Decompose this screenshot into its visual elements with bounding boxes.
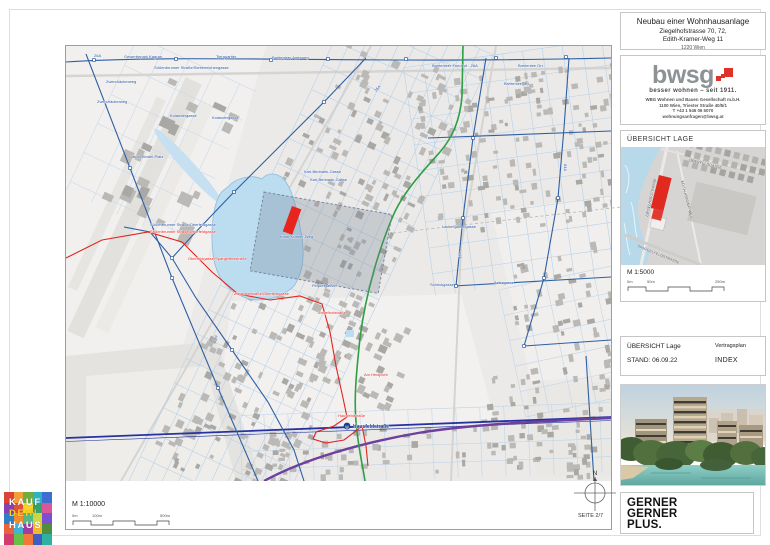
ovw-scalebar-mid: 50m	[647, 279, 655, 284]
kdh-tile	[42, 534, 52, 545]
bwsg-logo: bwsg	[652, 64, 714, 86]
main-map-scalebar: 0m 100m 500m	[72, 512, 182, 528]
architect-line-3: PLUS.	[627, 520, 753, 531]
map-label: Süßenbrunner Straße/Oberfeldgasse	[150, 222, 217, 227]
map-label: Karl-Bednarik-Gasse	[310, 177, 348, 182]
stamp-plan-type: Vertragsplan	[715, 343, 746, 349]
title-block: Neubau einer Wohnhausanlage Ziegelhofstr…	[620, 12, 766, 50]
overview-scale: M 1:5000	[621, 265, 765, 276]
map-label: 84A	[563, 164, 568, 171]
scalebar-mid: 100m	[92, 513, 103, 518]
map-label: Tierquartier	[216, 54, 237, 59]
kdh-tile	[33, 534, 43, 545]
project-city: 1220 Wien	[621, 45, 765, 51]
stamp-block: ÜBERSICHT Lage STAND: 06.09.22 Vertragsp…	[620, 336, 766, 376]
stamp-title: ÜBERSICHT Lage	[627, 343, 711, 350]
north-arrow-icon: N	[572, 463, 620, 513]
main-map: U 26A Gewerbepark Kagran Tierquartier Breite…	[66, 46, 611, 481]
map-label: Breitenlee Ort	[504, 81, 530, 86]
company-email: wohnungsanfragen@bwsg.at	[621, 114, 765, 120]
bwsg-logo-squares-icon	[716, 66, 734, 86]
map-label: Schrickgasse	[430, 282, 455, 287]
project-title: Neubau einer Wohnhausanlage	[621, 17, 765, 26]
map-label: Ziegelhofstraße/Oberfeldgasse	[234, 291, 290, 296]
ovw-scalebar-end: 250m	[715, 279, 726, 284]
ovw-scalebar-steps	[628, 287, 724, 291]
rendering-scene	[621, 385, 765, 485]
kdh-tile	[42, 524, 52, 535]
map-label: Pirquetgasse	[312, 283, 336, 288]
map-label: Karl-Bednarik-Gasse	[304, 169, 342, 174]
map-label: Zwerchäckerweg	[106, 79, 136, 84]
map-label: Gewerbepark Kagran	[124, 54, 162, 59]
scalebar-0: 0m	[72, 513, 78, 518]
kdh-line-1: KAUF	[9, 497, 42, 508]
project-address-2: Edith-Kramer-Weg 11	[621, 36, 765, 43]
map-label: Edith-Kramer-Weg	[280, 234, 313, 239]
kauf-dein-haus-logo: KAUF DEIN HAUS	[4, 492, 52, 545]
kdh-tile	[23, 534, 33, 545]
kdh-tile	[42, 492, 52, 503]
plan-sheet: U 26A Gewerbepark Kagran Tierquartier Breite…	[0, 0, 770, 545]
map-label: Hausfeldstraße	[338, 413, 366, 418]
stamp-stand: STAND: 06.09.22	[627, 357, 711, 364]
map-label: Hausfeldstraße	[353, 424, 389, 430]
ovw-scalebar-0: 0m	[627, 279, 633, 284]
kdh-line-2: DEIN	[9, 508, 42, 519]
map-label: Zwerchäckerweg	[97, 99, 127, 104]
bwsg-tagline: besser wohnen – seit 1911.	[621, 88, 765, 94]
svg-text:U: U	[345, 424, 348, 429]
scalebar-end: 500m	[160, 513, 171, 518]
map-label: Breitenlee Ort	[518, 63, 544, 68]
overview-label: ÜBERSICHT LAGE	[621, 131, 765, 147]
page-number: SEITE 2/7	[578, 513, 603, 519]
map-label: 26A	[94, 53, 101, 58]
overview-scalebar: 0m 50m 250m	[627, 278, 737, 294]
map-label: Kolandergasse	[212, 115, 239, 120]
company-block: bwsg besser wohnen – seit 1911. WBG Wohn…	[620, 55, 766, 125]
map-label: Breitenleer Friedhof - 26A	[432, 63, 478, 68]
overview-section: ÜBERSICHT LAGE OBERFELDGASSEZIEGELHOFSTR…	[620, 130, 766, 302]
map-label: Süßenbrunner Straße/Siebeneichengasse	[154, 65, 229, 70]
architect-logo: GERNER GERNER PLUS.	[620, 492, 754, 534]
main-map-scale: M 1:10000	[72, 501, 105, 508]
compass-north-label: N	[593, 470, 598, 477]
overview-map: OBERFELDGASSEZIEGELHOFSTRASSEEDITH-KRAME…	[621, 147, 765, 265]
project-rendering-image	[620, 384, 766, 486]
map-label: Süßenbrunner Straße/Oberfeldgasse	[150, 229, 217, 234]
kdh-tile	[14, 534, 24, 545]
map-label: Aribogasse	[494, 280, 515, 285]
kdh-line-3: HAUS	[9, 520, 42, 531]
map-label: Kolandergasse	[170, 113, 197, 118]
main-map-frame: U 26A Gewerbepark Kagran Tierquartier Breite…	[65, 45, 612, 530]
kdh-tile	[42, 503, 52, 514]
stamp-index: INDEX	[715, 357, 746, 364]
map-label: Oberfeldgasse/Spargelfeldstraße	[188, 256, 247, 261]
kdh-tile	[4, 534, 14, 545]
scalebar-steps	[73, 521, 169, 525]
project-address-1: Ziegelhofstrasse 70, 72,	[621, 28, 765, 35]
map-label: Lackenjöchelgasse	[442, 224, 477, 229]
kdh-tile	[42, 513, 52, 524]
map-label: Am Heidjöchl	[364, 372, 388, 377]
map-label: Breitenleer Amtsweg	[272, 55, 309, 60]
map-label: Jakob-Bindel-Platz	[130, 154, 163, 159]
map-label: Ziegelhofstraße	[318, 310, 347, 315]
